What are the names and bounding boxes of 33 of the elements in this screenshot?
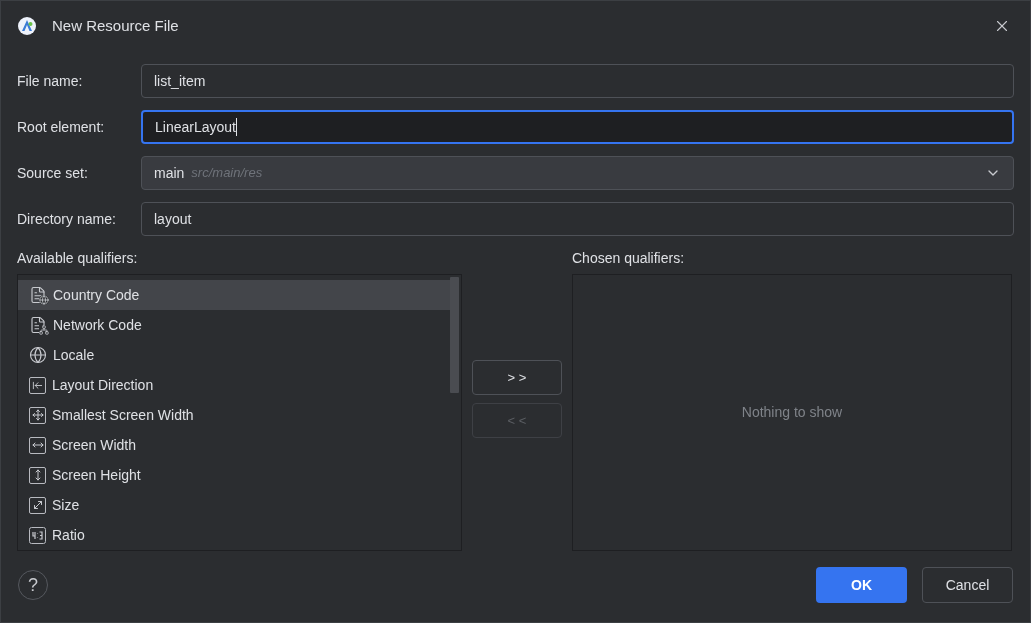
qualifier-item[interactable]: Size: [18, 490, 451, 520]
list-heading: Available qualifiers:: [17, 249, 139, 268]
file-network-icon: [29, 316, 47, 334]
qualifier-item[interactable]: Network Code: [18, 310, 451, 340]
app-logo-icon: [17, 16, 37, 36]
field-label: Source set:: [17, 163, 89, 183]
dropdown-hint: src/main/res: [191, 164, 263, 183]
field-label: Root element:: [17, 117, 106, 137]
cancel-button[interactable]: Cancel: [922, 567, 1013, 603]
field-label: File name:: [17, 71, 84, 91]
qualifier-item[interactable]: Layout Direction: [18, 370, 451, 400]
qualifier-item[interactable]: Ratio: [18, 520, 451, 550]
qualifier-item[interactable]: Screen Width: [18, 430, 451, 460]
scrollbar-thumb[interactable]: [450, 277, 459, 393]
qualifier-item[interactable]: Country Code: [18, 280, 451, 310]
empty-message: Nothing to show: [741, 403, 843, 422]
ok-button[interactable]: OK: [816, 567, 907, 603]
text-field[interactable]: list_item: [141, 64, 1014, 98]
qualifier-item[interactable]: Smallest Screen Width: [18, 400, 451, 430]
field-label: Directory name:: [17, 209, 117, 229]
aspect-ratio-icon: [29, 526, 46, 544]
qualifier-item[interactable]: Locale: [18, 340, 451, 370]
dropdown-value: main: [154, 163, 185, 183]
text-field[interactable]: LinearLayout: [141, 110, 1014, 144]
source-set-dropdown[interactable]: main src/main/res: [141, 156, 1014, 190]
text-field[interactable]: layout: [141, 202, 1014, 236]
window-title: New Resource File: [52, 15, 179, 36]
globe-icon: [29, 346, 47, 364]
list-heading: Chosen qualifiers:: [572, 249, 686, 268]
transfer-button[interactable]: > >: [472, 360, 562, 395]
qualifier-item[interactable]: Screen Height: [18, 460, 451, 490]
arrow-left-icon: [29, 376, 46, 394]
file-globe-icon: [29, 286, 47, 304]
